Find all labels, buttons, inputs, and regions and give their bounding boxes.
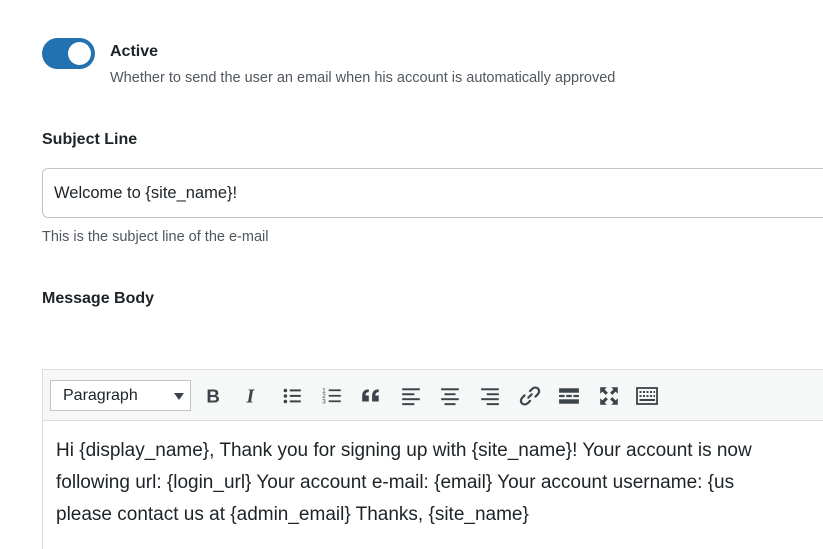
align-left-button[interactable] [398, 383, 424, 409]
link-icon [519, 386, 541, 406]
read-more-button[interactable] [556, 383, 582, 409]
toggle-description: Whether to send the user an email when h… [110, 70, 616, 86]
bold-icon: B [206, 386, 220, 407]
numbered-list-icon: 1 2 3 [322, 388, 341, 406]
message-body-editor: Paragraph B I 1 2 3 Hi {display_name}, T… [42, 369, 823, 549]
email-settings-page: Active Whether to send the user an email… [0, 0, 823, 549]
svg-text:B: B [206, 386, 220, 407]
content-line: Hi {display_name}, Thank you for signing… [56, 440, 752, 461]
fullscreen-icon [600, 387, 618, 405]
subject-line-input[interactable] [42, 168, 823, 218]
format-select[interactable]: Paragraph [50, 380, 191, 411]
content-line: following url: {login_url} Your account … [56, 472, 735, 493]
svg-text:I: I [246, 386, 256, 407]
format-select-value: Paragraph [63, 387, 138, 404]
read-more-icon [559, 388, 579, 404]
chevron-down-icon [174, 393, 184, 400]
content-line: please contact us at {admin_email} Thank… [56, 504, 529, 525]
align-right-icon [481, 388, 499, 406]
editor-content[interactable]: Hi {display_name}, Thank you for signing… [43, 421, 823, 531]
align-center-button[interactable] [437, 383, 463, 409]
bold-button[interactable]: B [200, 383, 226, 409]
toggle-label: Active [110, 43, 159, 60]
svg-text:3: 3 [322, 399, 326, 406]
italic-icon: I [246, 386, 256, 407]
subject-line-label: Subject Line [42, 131, 138, 148]
italic-button[interactable]: I [239, 383, 265, 409]
active-toggle[interactable] [42, 38, 95, 69]
fullscreen-button[interactable] [596, 383, 622, 409]
toolbar-toggle-button[interactable] [634, 383, 660, 409]
align-left-icon [402, 388, 420, 406]
numbered-list-button[interactable]: 1 2 3 [319, 383, 345, 409]
toolbar-toggle-icon [636, 387, 658, 405]
bullet-list-button[interactable] [279, 383, 305, 409]
toggle-knob [68, 42, 91, 65]
editor-toolbar: Paragraph B I 1 2 3 [43, 370, 823, 421]
blockquote-button[interactable] [358, 383, 384, 409]
message-body-label: Message Body [42, 290, 155, 307]
subject-line-help: This is the subject line of the e-mail [42, 229, 269, 245]
blockquote-icon [362, 389, 379, 402]
bullet-list-icon [283, 388, 301, 404]
align-right-button[interactable] [477, 383, 503, 409]
link-button[interactable] [517, 383, 543, 409]
align-center-icon [441, 388, 459, 406]
